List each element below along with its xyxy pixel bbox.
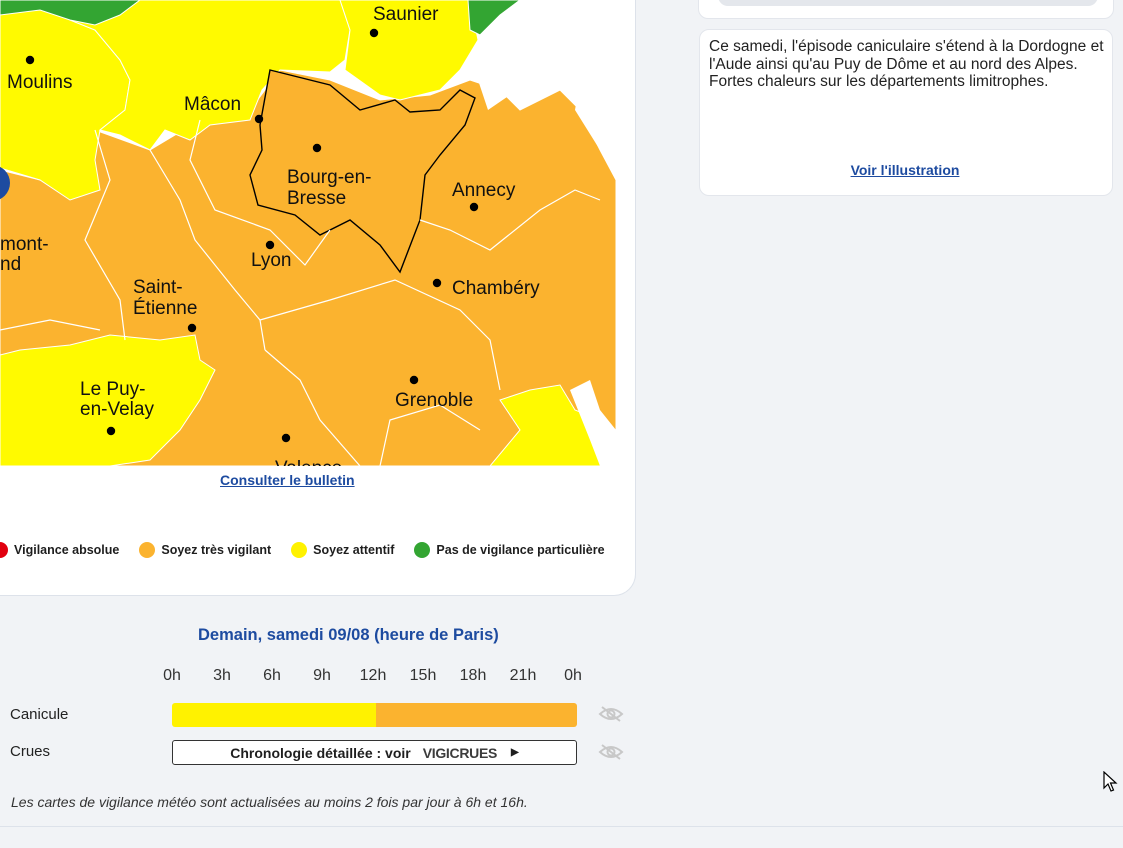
canicule-segment-1 — [376, 703, 577, 727]
consult-bulletin-link[interactable]: Consulter le bulletin — [220, 472, 355, 488]
crues-button-text: Chronologie détaillée : voir — [230, 744, 411, 761]
city-label-saint-etienne-2: Étienne — [133, 298, 197, 319]
hour-label: 6h — [263, 667, 281, 684]
hour-label: 18h — [459, 667, 487, 684]
eye-slash-icon[interactable] — [598, 705, 624, 723]
city-dot-lyon — [265, 240, 275, 250]
hour-label: 3h — [213, 667, 231, 684]
legend-dot-orange — [139, 542, 156, 558]
eye-slash-icon[interactable] — [598, 743, 624, 761]
hour-label: 21h — [509, 667, 537, 684]
city-dot-saunier — [369, 28, 379, 38]
top-card-bar — [718, 0, 1098, 6]
play-arrow-icon: ▶ — [511, 747, 519, 758]
hour-label: 0h — [564, 667, 582, 684]
legend: Vigilance absolue Soyez très vigilant So… — [0, 540, 625, 560]
crues-chronology-button[interactable]: Chronologie détaillée : voir VIGICRUES ▶ — [172, 740, 577, 765]
city-dot-grenoble — [409, 375, 419, 385]
city-label-bourg-2: Bresse — [287, 188, 346, 209]
city-label-lyon: Lyon — [251, 250, 292, 271]
info-text: Ce samedi, l'épisode caniculaire s'étend… — [709, 38, 1104, 90]
city-label-clermont-2: nd — [0, 254, 21, 275]
city-dot-le-puy — [106, 426, 116, 436]
mouse-cursor-icon — [1103, 771, 1118, 792]
city-label-chambery: Chambéry — [452, 278, 540, 299]
city-dot-annecy — [469, 202, 479, 212]
divider — [0, 826, 1123, 827]
legend-label: Pas de vigilance particulière — [436, 543, 605, 557]
canicule-segment-0 — [172, 703, 377, 727]
vigilance-map[interactable]: Saunier Moulins Mâcon Bourg-en- Bresse A… — [0, 0, 616, 466]
city-label-clermont-1: mont- — [0, 234, 49, 255]
hour-label: 12h — [359, 667, 387, 684]
city-dot-moulins — [25, 55, 35, 65]
row-label-canicule: Canicule — [10, 706, 69, 723]
legend-dot-yellow — [291, 542, 308, 558]
legend-item-very-vigilant: Soyez très vigilant — [139, 542, 271, 558]
city-label-macon: Mâcon — [184, 94, 241, 115]
city-dot-saint-etienne — [187, 323, 197, 333]
legend-dot-green — [414, 542, 431, 558]
legend-label: Soyez attentif — [313, 543, 395, 557]
city-dot-chambery — [432, 278, 442, 288]
city-dot-bourg — [312, 143, 322, 153]
update-footnote: Les cartes de vigilance météo sont actua… — [11, 794, 528, 810]
legend-item-absolute: Vigilance absolue — [0, 542, 119, 558]
legend-dot-red — [0, 542, 8, 558]
see-illustration-link[interactable]: Voir l'illustration — [699, 162, 1111, 178]
legend-label: Soyez très vigilant — [161, 543, 272, 557]
hour-label: 15h — [409, 667, 437, 684]
city-label-annecy: Annecy — [452, 180, 516, 201]
legend-item-attentive: Soyez attentif — [291, 542, 394, 558]
legend-item-no-vigilance: Pas de vigilance particulière — [414, 542, 605, 558]
city-label-le-puy-2: en-Velay — [80, 399, 154, 420]
hour-label: 0h — [163, 667, 181, 684]
city-label-le-puy-1: Le Puy- — [80, 379, 145, 400]
vigicrues-logo: VIGICRUES — [422, 744, 498, 761]
city-label-bourg-1: Bourg-en- — [287, 167, 372, 188]
map-svg[interactable]: Saunier Moulins Mâcon Bourg-en- Bresse A… — [0, 0, 616, 466]
canicule-timeline-bar[interactable] — [172, 703, 577, 727]
legend-label: Vigilance absolue — [14, 543, 120, 557]
city-label-valence: Valence — [275, 458, 342, 466]
city-label-saint-etienne-1: Saint- — [133, 277, 183, 298]
city-dot-macon — [254, 114, 264, 124]
row-label-crues: Crues — [10, 743, 51, 760]
timeline-title: Demain, samedi 09/08 (heure de Paris) — [198, 626, 499, 644]
hour-label: 9h — [313, 667, 331, 684]
city-label-saunier: Saunier — [373, 4, 439, 25]
city-dot-valence — [281, 433, 291, 443]
city-label-grenoble: Grenoble — [395, 390, 473, 411]
city-label-moulins: Moulins — [7, 72, 72, 93]
